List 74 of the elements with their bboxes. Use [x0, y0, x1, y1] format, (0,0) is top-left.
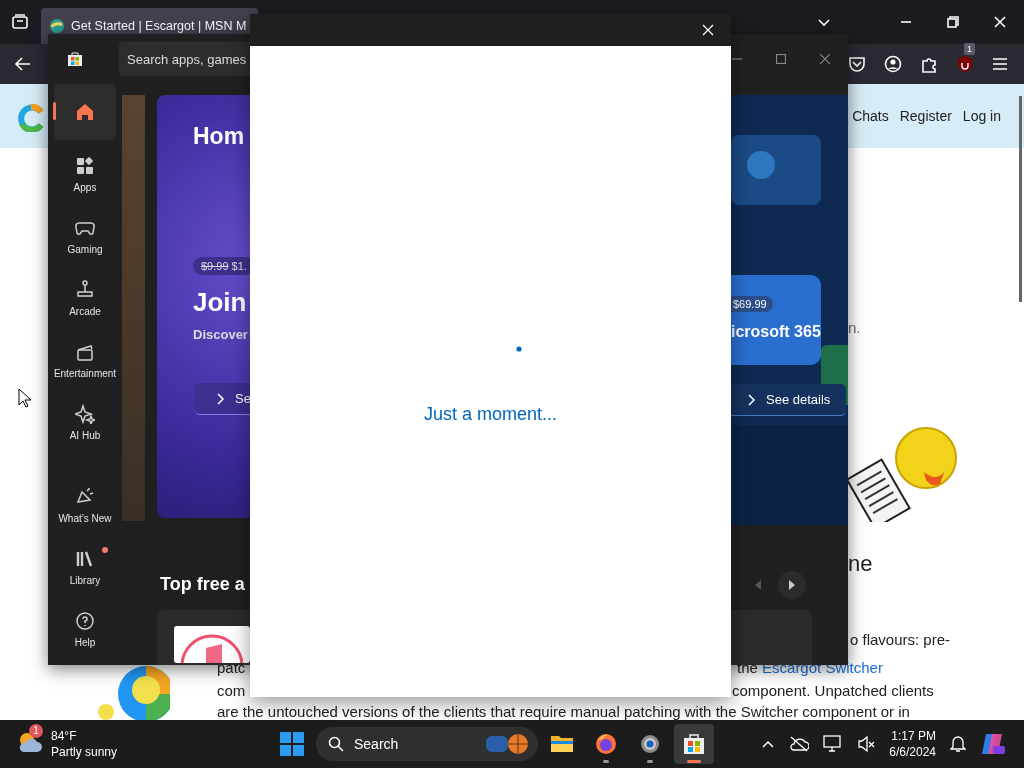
tab-list-icon[interactable]: [11, 14, 29, 30]
store-icon: [682, 732, 706, 756]
search-highlight-icon: [484, 733, 530, 755]
globe-icon: [49, 18, 65, 34]
section-heading: ne: [848, 556, 873, 572]
nav-item[interactable]: Apps: [54, 146, 116, 202]
page-title: Hom: [193, 123, 245, 150]
store-icon: [66, 50, 84, 68]
running-indicator: [647, 760, 653, 763]
nav-item[interactable]: Arcade: [54, 270, 116, 326]
nav-item[interactable]: Help: [54, 601, 116, 657]
sparkle-icon: [75, 403, 95, 424]
search-bar[interactable]: Search: [316, 727, 538, 761]
loading-message: Just a moment...: [423, 404, 558, 425]
chevron-right-icon: [217, 392, 225, 405]
section-title: Top free a: [160, 574, 245, 595]
home-icon: [75, 102, 95, 122]
back-icon[interactable]: [14, 56, 32, 72]
selection-indicator: [53, 102, 56, 120]
nav-item[interactable]: Library: [54, 539, 116, 595]
bell-icon[interactable]: [950, 735, 966, 753]
clock-date[interactable]: 6/6/2024: [889, 744, 936, 760]
nav-link[interactable]: Register: [899, 108, 952, 124]
display-icon[interactable]: [823, 735, 844, 753]
chevron-right-icon: [748, 393, 756, 406]
nav-item[interactable]: Gaming: [54, 208, 116, 264]
joystick-icon: [75, 279, 95, 300]
taskbar-button[interactable]: [674, 724, 714, 764]
grid-icon: [75, 155, 95, 176]
start-icon[interactable]: [280, 732, 304, 756]
scrollbar-icon: [1019, 96, 1022, 302]
paragraph-text: com: [217, 683, 246, 699]
nav-link[interactable]: Chats: [852, 108, 889, 124]
account-icon[interactable]: [884, 55, 902, 73]
running-indicator: [603, 760, 609, 763]
next-button[interactable]: [778, 571, 806, 599]
notification-badge: 1: [964, 43, 975, 55]
product-title: icrosoft 365: [731, 323, 821, 341]
copilot-icon[interactable]: [980, 732, 1006, 756]
clock-time[interactable]: 1:17 PM: [889, 728, 936, 744]
details-button[interactable]: See details: [731, 384, 846, 416]
running-indicator: [687, 760, 701, 763]
logo-icon: [17, 104, 45, 132]
search-field[interactable]: Search: [352, 735, 476, 753]
hero-subtitle: Discover: [193, 327, 248, 342]
nav-item[interactable]: [54, 84, 116, 140]
cursor-icon: [18, 388, 32, 408]
puzzle-icon[interactable]: [920, 55, 938, 73]
maximize-icon[interactable]: [776, 54, 786, 64]
paragraph-text: are the untouched versions of the clients that require manual patching with the Switcher component or in: [217, 704, 910, 720]
menu-icon[interactable]: [992, 57, 1008, 71]
search-field[interactable]: Search apps, games: [119, 51, 246, 67]
weather-text: Partly sunny: [51, 744, 118, 760]
notification-badge: 1: [29, 724, 43, 738]
paragraph-text: n.: [848, 320, 861, 336]
nav-link[interactable]: Log in: [962, 108, 1001, 124]
pocket-icon[interactable]: [848, 56, 866, 72]
price-tag: $69.99: [731, 296, 773, 312]
paragraph-text: patc: [217, 660, 246, 676]
paragraph-text: o flavours: pre-: [850, 632, 951, 648]
shield-icon[interactable]: [956, 55, 974, 73]
search-icon: [328, 736, 344, 752]
speaker-muted-icon[interactable]: [857, 735, 876, 753]
nav-item[interactable]: AI Hub: [54, 394, 116, 450]
temperature-text: 84°F: [51, 728, 78, 744]
hero-headline: Join: [193, 287, 247, 318]
spinner-icon: [515, 346, 522, 352]
firefox-icon: [594, 732, 618, 756]
nav-item[interactable]: What’s New: [54, 477, 116, 533]
nav-item[interactable]: Entertainment: [54, 332, 116, 388]
cloud-off-icon[interactable]: [789, 736, 810, 752]
help-icon: [75, 610, 95, 631]
paragraph-text: component. Unpatched clients: [732, 683, 934, 699]
restore-icon[interactable]: [947, 16, 959, 28]
